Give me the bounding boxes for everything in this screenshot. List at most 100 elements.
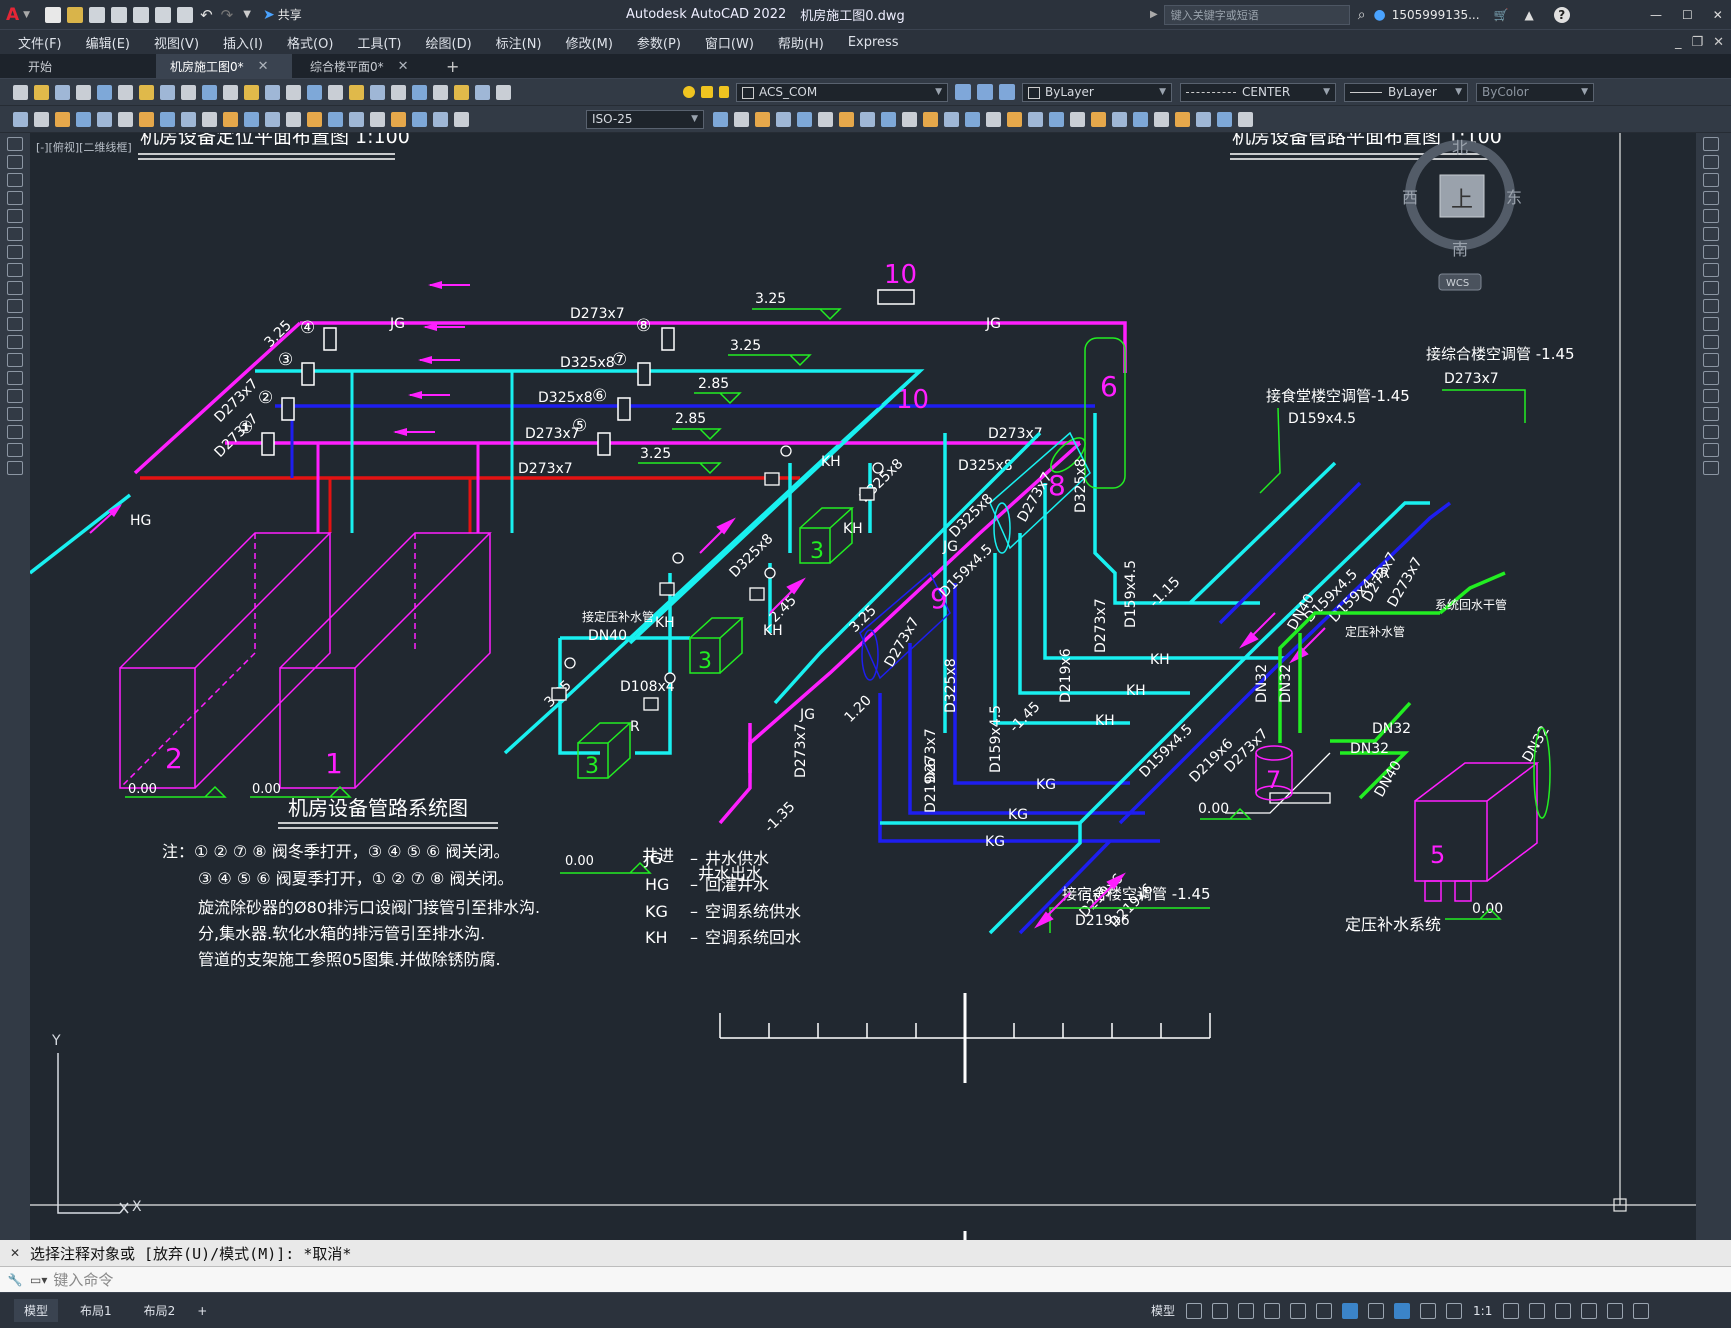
menu-item-1[interactable]: 编辑(E) [86, 33, 130, 52]
undo-icon[interactable]: ↶ [200, 6, 213, 24]
draw-tool-icon-13[interactable] [7, 371, 23, 385]
layer-freeze-icon[interactable] [701, 86, 713, 98]
modify-tool-icon-15[interactable] [1703, 407, 1719, 421]
menu-item-9[interactable]: 参数(P) [637, 33, 681, 52]
modify-tool-icon-3[interactable] [776, 111, 791, 127]
save-icon[interactable] [89, 6, 106, 23]
menu-item-11[interactable]: 帮助(H) [778, 33, 824, 52]
user-icon[interactable]: ● [1374, 7, 1386, 23]
standard-tool-icon-21[interactable] [454, 84, 469, 100]
modify-tool-icon-1[interactable] [1703, 155, 1719, 169]
menu-item-3[interactable]: 插入(I) [223, 33, 263, 52]
modify-tool-icon-16[interactable] [1703, 425, 1719, 439]
viewcube-south[interactable]: 南 [1452, 240, 1468, 259]
draw-tool-icon-1[interactable] [7, 155, 23, 169]
drawing-canvas[interactable]: [-][俯视][二维线框] 机房设备定位平面布置图 1:100 机房设备管路平面… [30, 133, 1696, 1240]
draw-tool-icon-15[interactable] [7, 407, 23, 421]
plotstyle-dropdown[interactable]: ByColor ▼ [1476, 82, 1594, 102]
menu-item-7[interactable]: 标注(N) [496, 33, 542, 52]
standard-tool-icon-22[interactable] [475, 84, 490, 100]
modify-tool-icon-10[interactable] [923, 111, 938, 127]
draw-tool-icon-8[interactable] [7, 281, 23, 295]
close-tab-icon[interactable]: ✕ [258, 59, 269, 74]
annotation-visibility-icon[interactable] [1394, 1302, 1411, 1319]
customize-menu-icon[interactable] [1633, 1302, 1650, 1319]
standard-tool-icon-17[interactable] [370, 84, 385, 100]
layer-lock-icon[interactable] [719, 86, 729, 98]
modify-tool-icon-3[interactable] [1703, 191, 1719, 205]
standard-tool-icon-2[interactable] [55, 84, 70, 100]
doc-minimize-icon[interactable]: _ [1675, 35, 1682, 50]
draw-tool-icon-4[interactable] [7, 209, 23, 223]
command-close-icon[interactable]: ✕ [0, 1246, 30, 1260]
menu-item-6[interactable]: 绘图(D) [426, 33, 472, 52]
doc-restore-icon[interactable]: ❐ [1692, 35, 1704, 50]
layer-dropdown[interactable]: ACS_COM ▼ [736, 82, 948, 102]
user-name[interactable]: 1505999135... [1392, 8, 1480, 22]
modify-tool-icon-7[interactable] [860, 111, 875, 127]
menu-item-8[interactable]: 修改(M) [566, 33, 613, 52]
draw-tool-icon-6[interactable] [7, 245, 23, 259]
draw-tool-icon-0[interactable] [7, 137, 23, 151]
draw-tool-icon-10[interactable] [7, 317, 23, 331]
layer-properties-icon[interactable] [955, 84, 971, 100]
wrench-icon[interactable]: 🔧 [0, 1273, 30, 1287]
auto-scale-icon[interactable] [1420, 1302, 1437, 1319]
draw-tool-icon-11[interactable] [7, 335, 23, 349]
maximize-icon[interactable]: ☐ [1682, 8, 1693, 22]
standard-tool-icon-20[interactable] [433, 84, 448, 100]
dimension-tool-icon-17[interactable] [370, 111, 385, 127]
share-icon[interactable]: ➤ [263, 7, 275, 23]
plus-icon[interactable] [1529, 1302, 1546, 1319]
hardware-acceleration-icon[interactable] [1581, 1302, 1598, 1319]
modify-tool-icon-14[interactable] [1007, 111, 1022, 127]
draw-tool-icon-17[interactable] [7, 443, 23, 457]
standard-tool-icon-14[interactable] [307, 84, 322, 100]
modify-tool-icon-1[interactable] [734, 111, 749, 127]
dimension-tool-icon-20[interactable] [433, 111, 448, 127]
modify-tool-icon-7[interactable] [1703, 263, 1719, 277]
osnap-tracking-icon[interactable] [1316, 1302, 1333, 1319]
modify-tool-icon-24[interactable] [1217, 111, 1232, 127]
standard-tool-icon-7[interactable] [160, 84, 175, 100]
autocad-logo-icon[interactable]: A [6, 5, 19, 25]
plot-icon[interactable] [177, 6, 194, 23]
modify-tool-icon-12[interactable] [965, 111, 980, 127]
layer-on-icon[interactable] [683, 86, 695, 98]
modify-tool-icon-8[interactable] [1703, 281, 1719, 295]
dimension-tool-icon-10[interactable] [223, 111, 238, 127]
osnap-icon[interactable] [1342, 1302, 1359, 1319]
menu-item-4[interactable]: 格式(O) [287, 33, 333, 52]
standard-tool-icon-12[interactable] [265, 84, 280, 100]
dimension-tool-icon-14[interactable] [307, 111, 322, 127]
doc-close-icon[interactable]: ✕ [1713, 35, 1724, 50]
search-box[interactable]: 键入关键字或短语 [1163, 4, 1350, 25]
standard-tool-icon-16[interactable] [349, 84, 364, 100]
dimension-tool-icon-18[interactable] [391, 111, 406, 127]
draw-tool-icon-18[interactable] [7, 461, 23, 475]
dimension-tool-icon-19[interactable] [412, 111, 427, 127]
file-tab-1[interactable]: 机房施工图0* ✕ [156, 54, 292, 78]
modify-tool-icon-6[interactable] [839, 111, 854, 127]
standard-tool-icon-3[interactable] [76, 84, 91, 100]
dimension-tool-icon-11[interactable] [244, 111, 259, 127]
isolate-objects-icon[interactable] [1555, 1302, 1572, 1319]
standard-tool-icon-15[interactable] [328, 84, 343, 100]
standard-tool-icon-10[interactable] [223, 84, 238, 100]
file-tab-2[interactable]: 综合楼平面0* ✕ [296, 54, 432, 78]
draw-tool-icon-7[interactable] [7, 263, 23, 277]
cart-icon[interactable]: 🛒 [1494, 8, 1509, 22]
viewcube-east[interactable]: 东 [1506, 188, 1522, 207]
modify-tool-icon-15[interactable] [1028, 111, 1043, 127]
add-layout-icon[interactable]: + [197, 1304, 207, 1318]
dimension-tool-icon-2[interactable] [55, 111, 70, 127]
color-dropdown[interactable]: ByLayer ▼ [1022, 82, 1172, 102]
standard-tool-icon-18[interactable] [391, 84, 406, 100]
standard-tool-icon-9[interactable] [202, 84, 217, 100]
annotation-scale-icon[interactable] [1446, 1302, 1463, 1319]
viewcube[interactable]: 上 北 南 西 东 WCS [1402, 138, 1522, 291]
dimension-tool-icon-13[interactable] [286, 111, 301, 127]
standard-tool-icon-4[interactable] [97, 84, 112, 100]
modify-tool-icon-4[interactable] [1703, 209, 1719, 223]
new-file-icon[interactable] [45, 6, 62, 23]
